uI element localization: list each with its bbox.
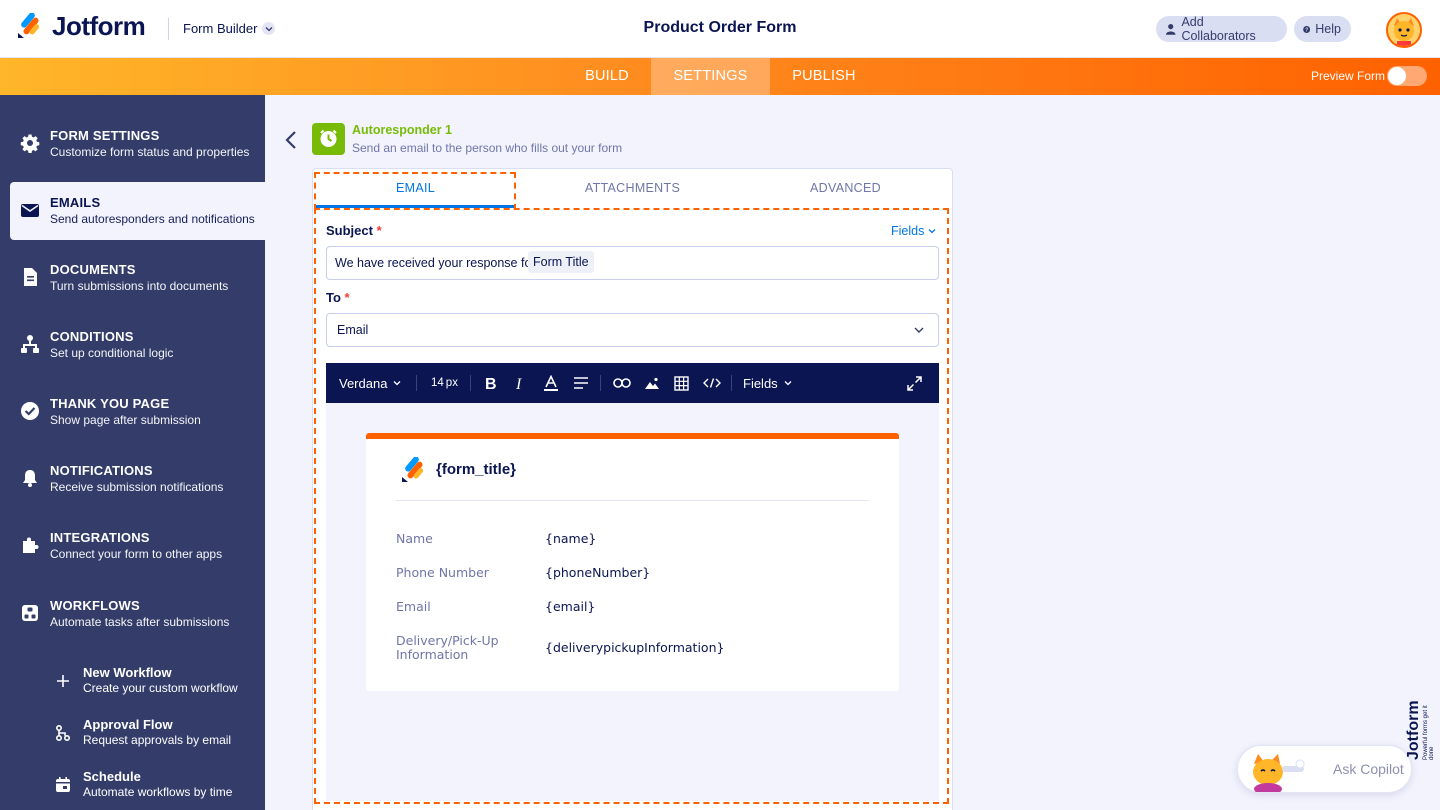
tab-build[interactable]: BUILD (566, 58, 648, 95)
sidebar-item-emails[interactable]: EMAILS Send autoresponders and notificat… (10, 182, 265, 240)
sidebar-item-title: INTEGRATIONS (50, 530, 150, 545)
sidebar-item-conditions[interactable]: CONDITIONS Set up conditional logic (0, 316, 265, 374)
add-collaborators-button[interactable]: Add Collaborators (1156, 15, 1287, 43)
sidebar-item-desc: Automate tasks after submissions (50, 615, 230, 629)
bell-icon (23, 470, 37, 487)
sidebar-item-title: DOCUMENTS (50, 262, 136, 277)
sidebar-item-desc: Set up conditional logic (50, 346, 174, 360)
envelope-icon (21, 204, 39, 217)
sidebar-item-documents[interactable]: DOCUMENTS Turn submissions into document… (0, 249, 265, 307)
sidebar-subitem-title: Approval Flow (83, 717, 173, 732)
sidebar-subitem-new-workflow[interactable]: New Workflow Create your custom workflow (0, 663, 265, 703)
sidebar-item-desc: Receive submission notifications (50, 480, 224, 494)
sidebar-item-thank-you-page[interactable]: THANK YOU PAGE Show page after submissio… (0, 383, 265, 441)
sidebar-subitem-desc: Create your custom workflow (83, 681, 238, 695)
sidebar-item-title: FORM SETTINGS (50, 128, 160, 143)
highlight-outline-tab (314, 172, 516, 210)
sidebar-subitem-desc: Request approvals by email (83, 733, 232, 747)
tab-attachments[interactable]: ATTACHMENTS (532, 173, 733, 208)
help-button[interactable]: ? Help (1294, 16, 1351, 42)
gear-icon (20, 134, 40, 153)
sidebar: FORM SETTINGS Customize form status and … (0, 95, 265, 810)
sidebar-item-desc: Connect your form to other apps (50, 547, 223, 561)
toggle-knob (1388, 67, 1406, 85)
brand-name: Jotform (1405, 700, 1422, 760)
autoresponder-title: Autoresponder 1 (352, 123, 453, 137)
plus-icon (57, 675, 69, 687)
jotform-logo-icon[interactable] (16, 13, 42, 39)
sidebar-subitem-title: New Workflow (83, 665, 172, 680)
tab-advanced[interactable]: ADVANCED (745, 173, 946, 208)
copilot-mascot-icon (1253, 754, 1305, 792)
ask-copilot-label: Ask Copilot (1333, 761, 1404, 777)
brand-tagline: Powerful forms get it done (1423, 705, 1435, 760)
form-builder-label: Form Builder (183, 21, 258, 36)
main-nav: BUILD SETTINGS PUBLISH Preview Form (0, 58, 1440, 95)
preview-form-toggle[interactable] (1387, 66, 1427, 86)
autoresponder-icon (312, 123, 345, 155)
sidebar-subitem-approval-flow[interactable]: Approval Flow Request approvals by email (0, 715, 265, 755)
help-label: Help (1315, 22, 1341, 36)
highlight-outline-body (314, 208, 949, 804)
check-circle-icon (21, 402, 39, 420)
sidebar-item-integrations[interactable]: INTEGRATIONS Connect your form to other … (0, 517, 265, 575)
sidebar-subitem-desc: Automate workflows by time (83, 785, 233, 799)
preview-form-label: Preview Form (1311, 69, 1386, 83)
form-builder-dropdown[interactable]: Form Builder (183, 21, 276, 36)
document-icon (24, 268, 37, 286)
sidebar-subitem-schedule[interactable]: Schedule Automate workflows by time (0, 767, 265, 807)
sidebar-item-title: WORKFLOWS (50, 598, 140, 613)
back-arrow-icon[interactable] (283, 130, 299, 150)
top-bar: Jotform Form Builder Product Order Form … (0, 0, 1440, 58)
workflow-icon (22, 605, 38, 621)
sidebar-item-desc: Show page after submission (50, 413, 201, 427)
logo-text[interactable]: Jotform (52, 11, 146, 42)
chevron-down-icon (262, 22, 276, 35)
hierarchy-icon (21, 335, 39, 353)
sidebar-item-title: NOTIFICATIONS (50, 463, 153, 478)
tab-settings[interactable]: SETTINGS (651, 58, 770, 95)
sidebar-item-workflows[interactable]: WORKFLOWS Automate tasks after submissio… (0, 585, 265, 643)
sidebar-item-notifications[interactable]: NOTIFICATIONS Receive submission notific… (0, 450, 265, 508)
sidebar-item-title: THANK YOU PAGE (50, 396, 170, 411)
add-collaborators-label: Add Collaborators (1181, 15, 1256, 43)
sidebar-item-form-settings[interactable]: FORM SETTINGS Customize form status and … (0, 115, 265, 173)
sidebar-item-title: CONDITIONS (50, 329, 134, 344)
svg-text:?: ? (1305, 27, 1308, 33)
question-icon: ? (1303, 25, 1311, 33)
user-icon (1165, 24, 1176, 35)
divider (168, 18, 169, 40)
jotform-vertical-brand: Jotform Powerful forms get it done (1405, 700, 1435, 760)
sidebar-item-desc: Customize form status and properties (50, 145, 250, 159)
puzzle-icon (23, 537, 39, 553)
sidebar-subitem-title: Schedule (83, 769, 141, 784)
approval-flow-icon (55, 724, 71, 742)
avatar-image-icon (1388, 14, 1420, 46)
sidebar-item-desc: Turn submissions into documents (50, 279, 229, 293)
sidebar-item-desc: Send autoresponders and notifications (50, 212, 255, 226)
avatar[interactable] (1386, 12, 1422, 48)
calendar-icon (56, 777, 70, 792)
autoresponder-desc: Send an email to the person who fills ou… (352, 141, 623, 155)
tab-publish[interactable]: PUBLISH (776, 58, 872, 95)
sidebar-item-title: EMAILS (50, 195, 101, 210)
